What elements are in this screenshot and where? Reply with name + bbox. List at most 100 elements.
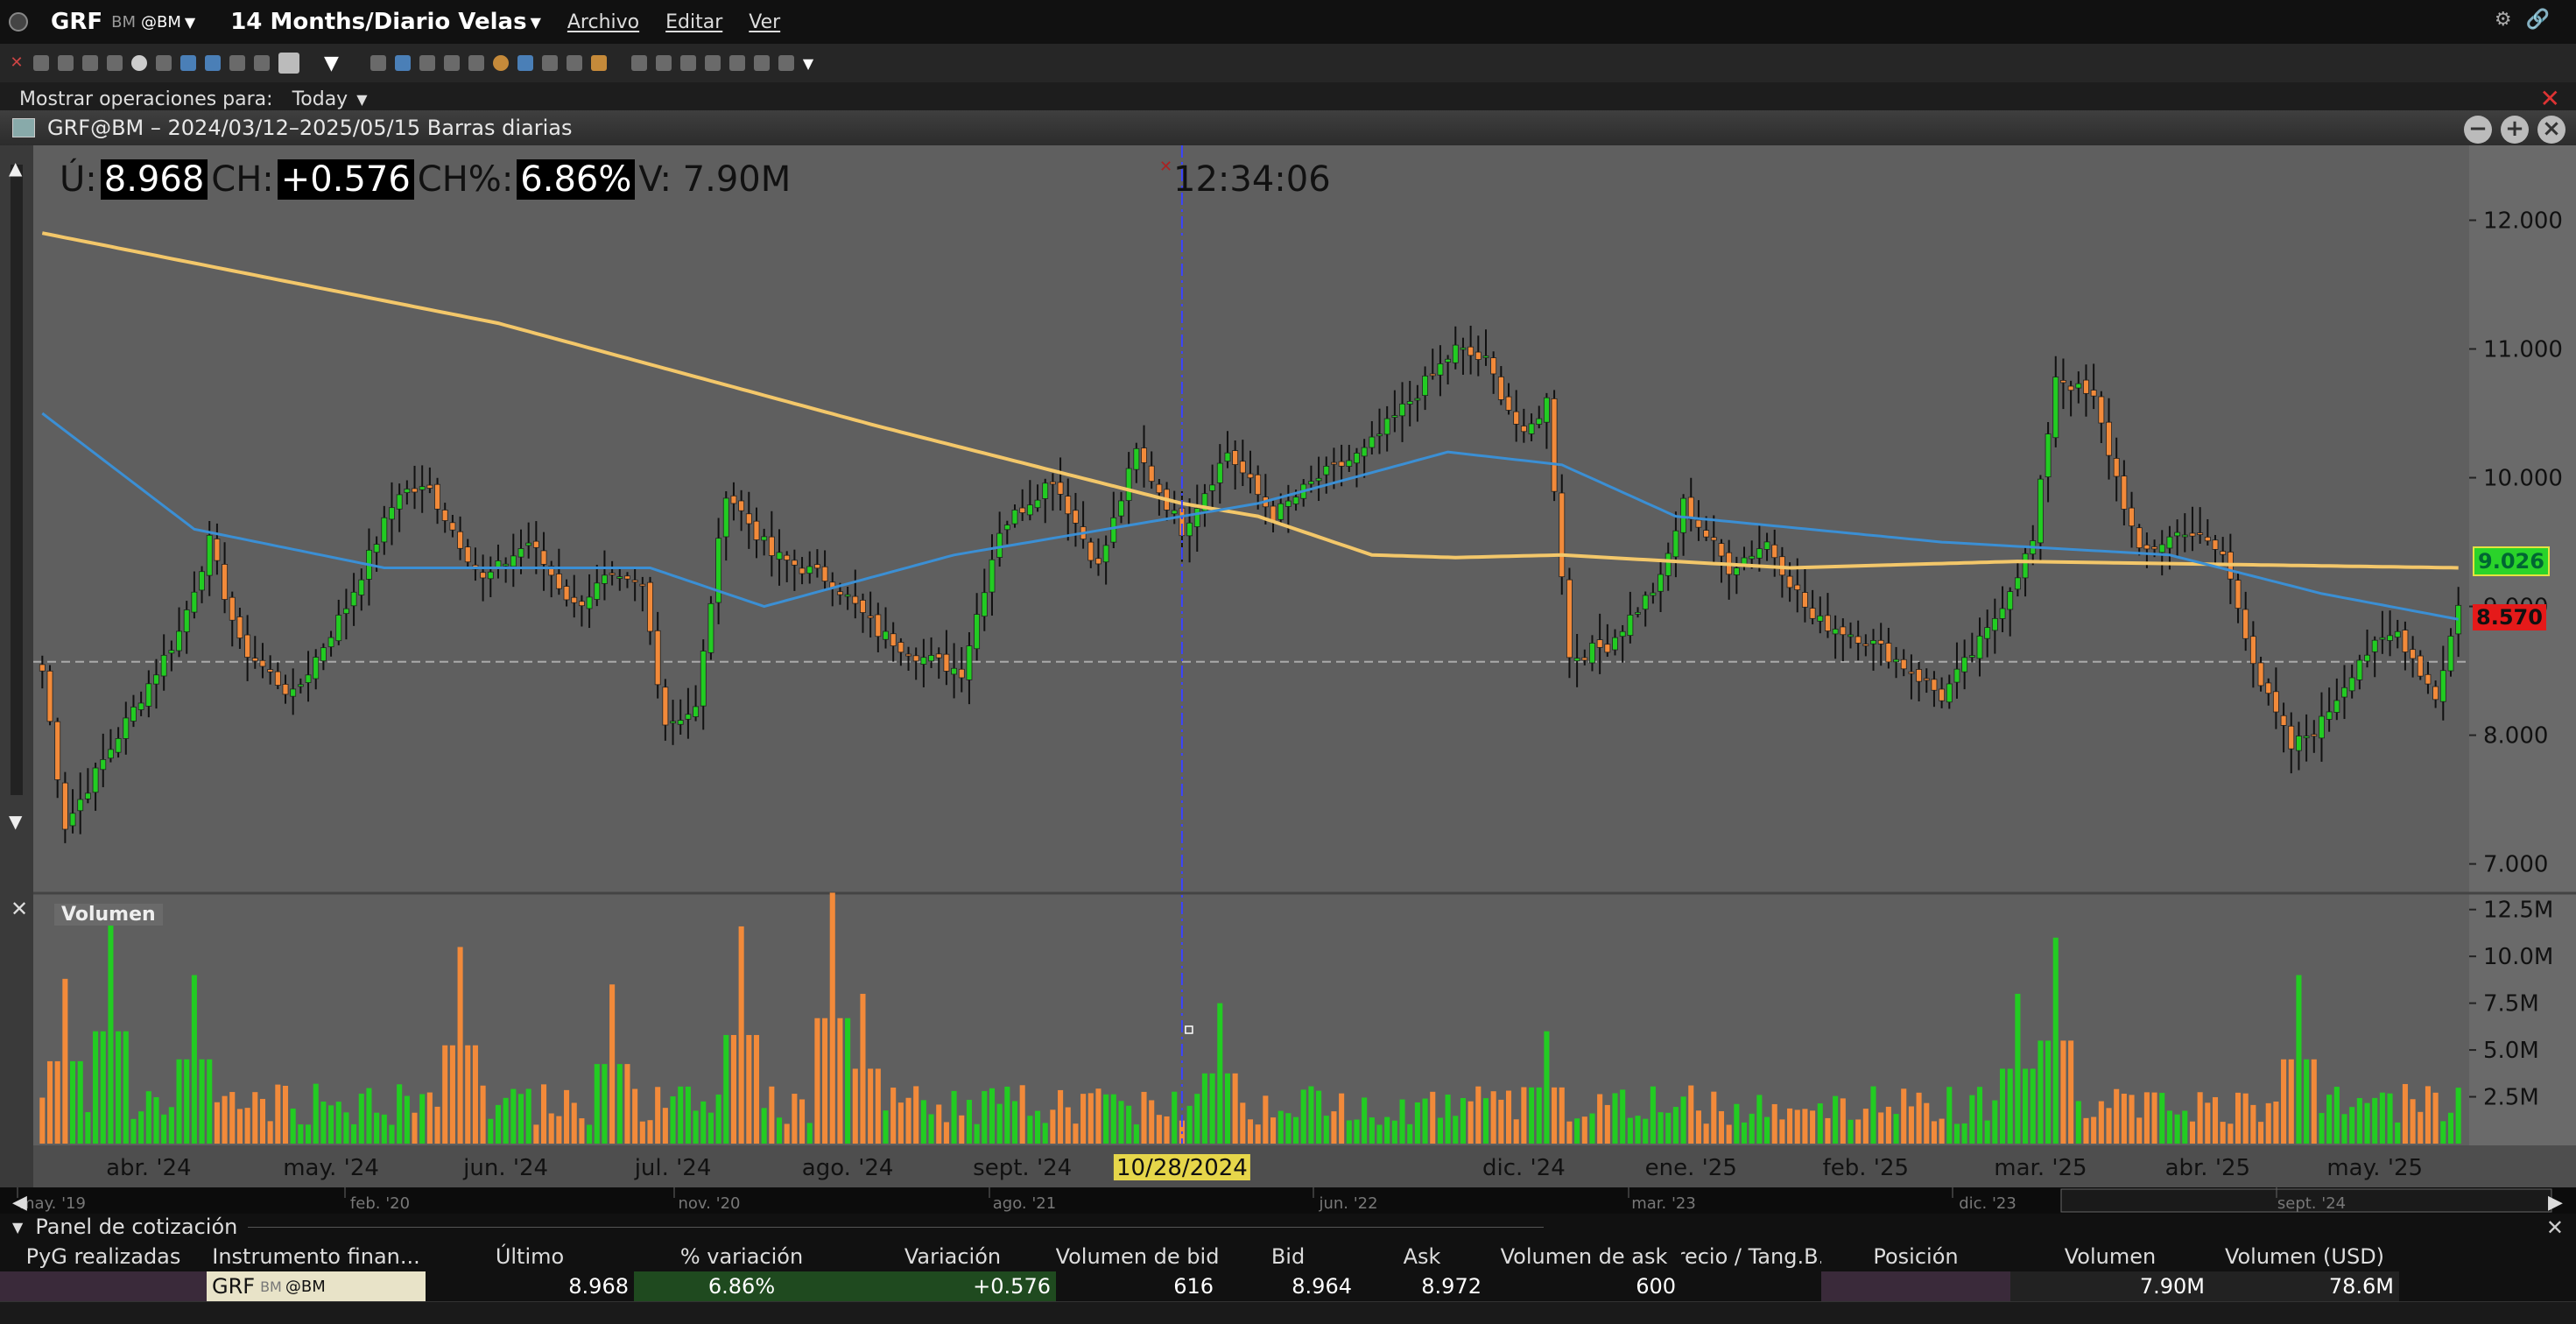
fit-icon[interactable] [655, 55, 672, 71]
volume-bar [503, 1097, 509, 1144]
instrument-cell[interactable]: GRF BM @BM [207, 1271, 426, 1301]
window-tool-icon[interactable] [229, 55, 245, 71]
volume-bar [943, 1122, 949, 1144]
candle-body [1277, 503, 1284, 520]
move-icon[interactable] [679, 55, 696, 71]
chevron-down-icon[interactable]: ▼ [356, 91, 367, 108]
candle-body [1968, 655, 1975, 658]
volume-bar [1460, 1097, 1466, 1144]
column-header[interactable]: PyG realizadas [0, 1242, 207, 1271]
cycle-icon[interactable] [753, 55, 770, 71]
maximize-button[interactable]: + [2501, 116, 2529, 144]
collapse-icon[interactable]: ▼ [12, 1219, 23, 1236]
layout-tool-icon[interactable] [205, 55, 221, 71]
period-dropdown-icon[interactable]: ▼ [531, 14, 541, 31]
column-header[interactable]: Último [426, 1242, 634, 1271]
column-header[interactable]: Variación [849, 1242, 1056, 1271]
link-icon[interactable]: 🔗 [2526, 9, 2550, 31]
volume-bar [1339, 1093, 1345, 1144]
symbol-label[interactable]: GRF [51, 9, 102, 35]
marker-icon[interactable] [590, 55, 607, 71]
circle-tool-icon[interactable] [131, 55, 147, 71]
volume-bar [70, 1060, 76, 1144]
arrow-icon[interactable] [517, 55, 533, 71]
candle-body [1354, 453, 1360, 464]
app-menu-icon[interactable] [9, 12, 28, 32]
column-header[interactable]: Volumen [2010, 1242, 2210, 1271]
crosshair-tool-icon[interactable] [33, 55, 49, 71]
volume-bar [2075, 1101, 2081, 1144]
grid-tool-icon[interactable] [82, 55, 98, 71]
candle-body [1338, 461, 1345, 467]
candle-body [1642, 595, 1649, 610]
menu-editar[interactable]: Editar [665, 11, 722, 33]
settings-gear-icon[interactable]: ⚙ [2495, 9, 2512, 31]
brush-icon[interactable] [443, 55, 460, 71]
navigator-left-arrow-icon[interactable]: ◀ [12, 1192, 27, 1214]
zoom-icon[interactable] [468, 55, 484, 71]
fib-icon[interactable] [630, 55, 647, 71]
tools-dropdown-icon[interactable]: ▼ [803, 55, 813, 72]
close-panel-icon[interactable]: ✕ [2546, 1215, 2564, 1240]
tile-tool-icon[interactable] [254, 55, 270, 71]
column-header[interactable]: Volumen de bid [1056, 1242, 1219, 1271]
scroll-up-icon[interactable]: ▲ [9, 158, 22, 179]
price-volume-chart[interactable]: 7.0008.0009.00010.00011.00012.0002.5M5.0… [33, 145, 2576, 1187]
wrench-icon[interactable] [778, 55, 794, 71]
menu-archivo[interactable]: Archivo [567, 11, 639, 33]
split-icon[interactable] [704, 55, 721, 71]
period-selector[interactable]: 14 Months/Diario Velas [230, 9, 526, 35]
vertical-line-icon[interactable] [370, 55, 386, 71]
column-header[interactable]: % variación [634, 1242, 849, 1271]
close-volume-pane-icon[interactable]: ✕ [11, 897, 28, 921]
ops-filter-select[interactable]: Today [292, 88, 348, 110]
volume-bar [1445, 1095, 1451, 1144]
pointer-tool-icon[interactable] [58, 55, 74, 71]
candle-body [1383, 418, 1390, 435]
undo-icon[interactable] [541, 55, 558, 71]
table-row[interactable]: GRF BM @BM 8.968 6.86% +0.576 616 8.964 … [0, 1271, 2576, 1301]
price-tang-cell [1681, 1271, 1821, 1301]
bars-tool-icon[interactable] [156, 55, 172, 71]
column-header[interactable]: Ask [1357, 1242, 1487, 1271]
scroll-down-icon[interactable]: ▼ [9, 811, 22, 832]
column-header[interactable]: Volumen de ask [1487, 1242, 1681, 1271]
volume-bar [746, 1034, 752, 1144]
candle-body [1870, 640, 1876, 644]
minimize-button[interactable]: − [2464, 116, 2492, 144]
candle-body [1855, 636, 1862, 644]
column-header[interactable]: Bid [1219, 1242, 1357, 1271]
close-icon[interactable]: ✕ [2540, 84, 2560, 113]
rotate-icon[interactable] [728, 55, 745, 71]
delete-drawing-icon[interactable]: ✕ [9, 55, 25, 71]
volume-bar [389, 1124, 395, 1144]
date-navigator[interactable]: may. '19 feb. '20 nov. '20 ago. '21 jun. '22… [0, 1187, 2576, 1214]
volume-bar [108, 919, 114, 1144]
close-window-button[interactable]: × [2537, 116, 2565, 144]
chart-area[interactable]: ▲ ▼ ✕ 7.0008.0009.00010.00011.00012.0002… [0, 145, 2576, 1187]
column-header[interactable]: Instrumento finan... [207, 1242, 426, 1271]
column-header[interactable]: Volumen (USD) [2210, 1242, 2399, 1271]
pencil-icon[interactable] [419, 55, 435, 71]
navigator-right-arrow-icon[interactable]: ▶ [2548, 1192, 2563, 1214]
volume-bar [1513, 1119, 1519, 1144]
price-scrollbar[interactable] [11, 165, 23, 795]
volume-bar [488, 1118, 494, 1144]
symbol-dropdown-icon[interactable]: ▼ [185, 14, 195, 31]
filter-icon[interactable]: ▼ [324, 53, 339, 74]
volume-bar [1369, 1117, 1375, 1144]
grid-layout-icon[interactable] [278, 53, 299, 74]
column-header[interactable]: Posición [1821, 1242, 2010, 1271]
volume-bar [1787, 1108, 1793, 1144]
text-tool-icon[interactable] [180, 55, 196, 71]
camera-icon[interactable] [566, 55, 582, 71]
volume-bar [920, 1100, 926, 1144]
close-clock-icon[interactable]: ✕ [1159, 158, 1172, 176]
menu-ver[interactable]: Ver [749, 11, 780, 33]
chart-background [33, 145, 2576, 1187]
refresh-tool-icon[interactable] [107, 55, 123, 71]
column-header[interactable]: Precio / Tang.B... [1681, 1242, 1821, 1271]
trend-line-icon[interactable] [394, 55, 411, 71]
target-icon[interactable] [492, 55, 509, 71]
volume-bar [374, 1112, 380, 1144]
